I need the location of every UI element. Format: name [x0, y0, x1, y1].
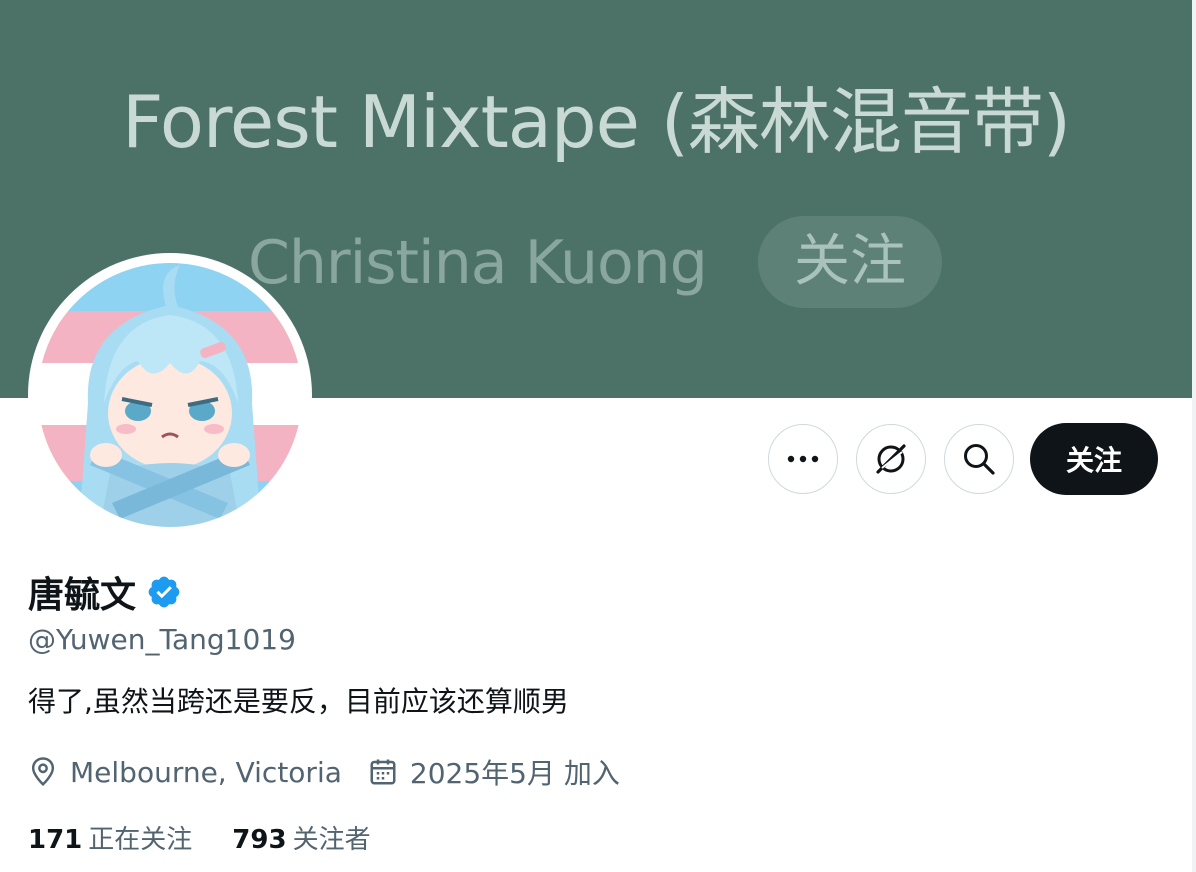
profile-stats: 171 正在关注 793 关注者	[28, 816, 411, 858]
follow-button[interactable]: 关注	[1030, 423, 1158, 495]
search-button[interactable]	[944, 424, 1014, 494]
avatar[interactable]	[28, 253, 312, 537]
more-horizontal-icon	[787, 455, 819, 463]
verified-badge-icon	[148, 576, 180, 608]
followers-link[interactable]: 793 关注者	[232, 819, 370, 856]
profile-bio: 得了,虽然当跨还是要反，目前应该还算顺男	[28, 685, 569, 718]
location-text: Melbourne, Victoria	[70, 755, 342, 789]
grok-icon	[876, 444, 906, 474]
profile-name-row: 唐毓文	[28, 568, 182, 616]
profile-handle: @Yuwen_Tang1019	[28, 623, 296, 656]
profile-actions: 关注	[768, 423, 1158, 495]
search-icon	[964, 444, 995, 475]
followers-count: 793	[232, 824, 287, 855]
banner-follow-badge: 关注	[758, 216, 942, 308]
banner-artist: Christina Kuong	[248, 228, 708, 298]
following-link[interactable]: 171 正在关注	[28, 819, 192, 856]
calendar-icon	[370, 759, 396, 785]
grok-button[interactable]	[856, 424, 926, 494]
banner-title: Forest Mixtape (森林混音带)	[122, 80, 1071, 164]
following-label: 正在关注	[88, 824, 193, 855]
joined-text: 2025年5月 加入	[409, 757, 620, 790]
location-item: Melbourne, Victoria	[28, 756, 342, 789]
verified-badge[interactable]	[146, 574, 182, 610]
more-button[interactable]	[768, 424, 838, 494]
followers-label: 关注者	[292, 824, 371, 855]
profile-meta: Melbourne, Victoria 2025年5月 加入	[28, 750, 646, 794]
anime-girl-avatar-icon	[36, 261, 304, 529]
right-rail	[1192, 0, 1196, 872]
display-name: 唐毓文	[28, 575, 137, 616]
joined-item: 2025年5月 加入	[368, 752, 620, 792]
following-count: 171	[28, 824, 83, 855]
location-pin-icon	[31, 757, 55, 786]
